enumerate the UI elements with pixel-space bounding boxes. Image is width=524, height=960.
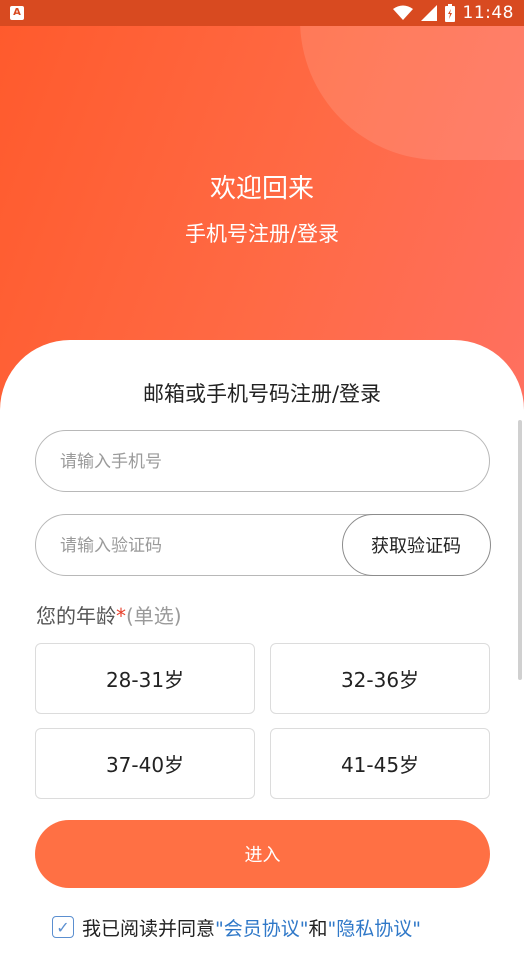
app-notification-icon: A — [10, 6, 24, 20]
enter-button[interactable]: 进入 — [35, 820, 490, 888]
age-option-32-36[interactable]: 32-36岁 — [270, 643, 490, 714]
age-option-41-45[interactable]: 41-45岁 — [270, 728, 490, 799]
wifi-icon — [392, 5, 413, 20]
agreement-text: 我已阅读并同意"会员协议"和"隐私协议" — [82, 914, 421, 941]
welcome-subtitle: 手机号注册/登录 — [184, 222, 340, 246]
status-bar: A 11:48 — [0, 0, 524, 26]
age-label-text: 您的年龄 — [36, 604, 116, 628]
member-agreement-link[interactable]: "会员协议" — [215, 918, 308, 940]
privacy-agreement-link[interactable]: "隐私协议" — [328, 918, 421, 940]
age-label: 您的年龄*(单选) — [36, 600, 182, 629]
required-mark: * — [116, 604, 126, 628]
welcome-title: 欢迎回来 — [209, 174, 314, 204]
age-option-28-31[interactable]: 28-31岁 — [35, 643, 255, 714]
phone-input[interactable] — [58, 431, 362, 493]
code-field[interactable]: 获取验证码 — [35, 513, 491, 577]
signal-icon — [420, 5, 437, 21]
scrollbar[interactable] — [518, 420, 522, 680]
age-option-37-40[interactable]: 37-40岁 — [35, 728, 255, 799]
code-input[interactable] — [58, 515, 362, 577]
agreement-prefix: 我已阅读并同意 — [82, 917, 216, 940]
phone-field[interactable] — [35, 430, 490, 493]
battery-icon — [444, 4, 455, 22]
get-code-button[interactable]: 获取验证码 — [341, 513, 491, 576]
form-title: 邮箱或手机号码注册/登录 — [142, 382, 382, 406]
agreement-row: ✓ 我已阅读并同意"会员协议"和"隐私协议" — [52, 912, 421, 942]
agreement-and: 和 — [308, 917, 328, 940]
agreement-checkbox[interactable]: ✓ — [52, 916, 74, 938]
status-icons: 11:48 — [392, 3, 515, 23]
single-choice-hint: (单选) — [126, 604, 182, 628]
clock: 11:48 — [462, 3, 514, 23]
